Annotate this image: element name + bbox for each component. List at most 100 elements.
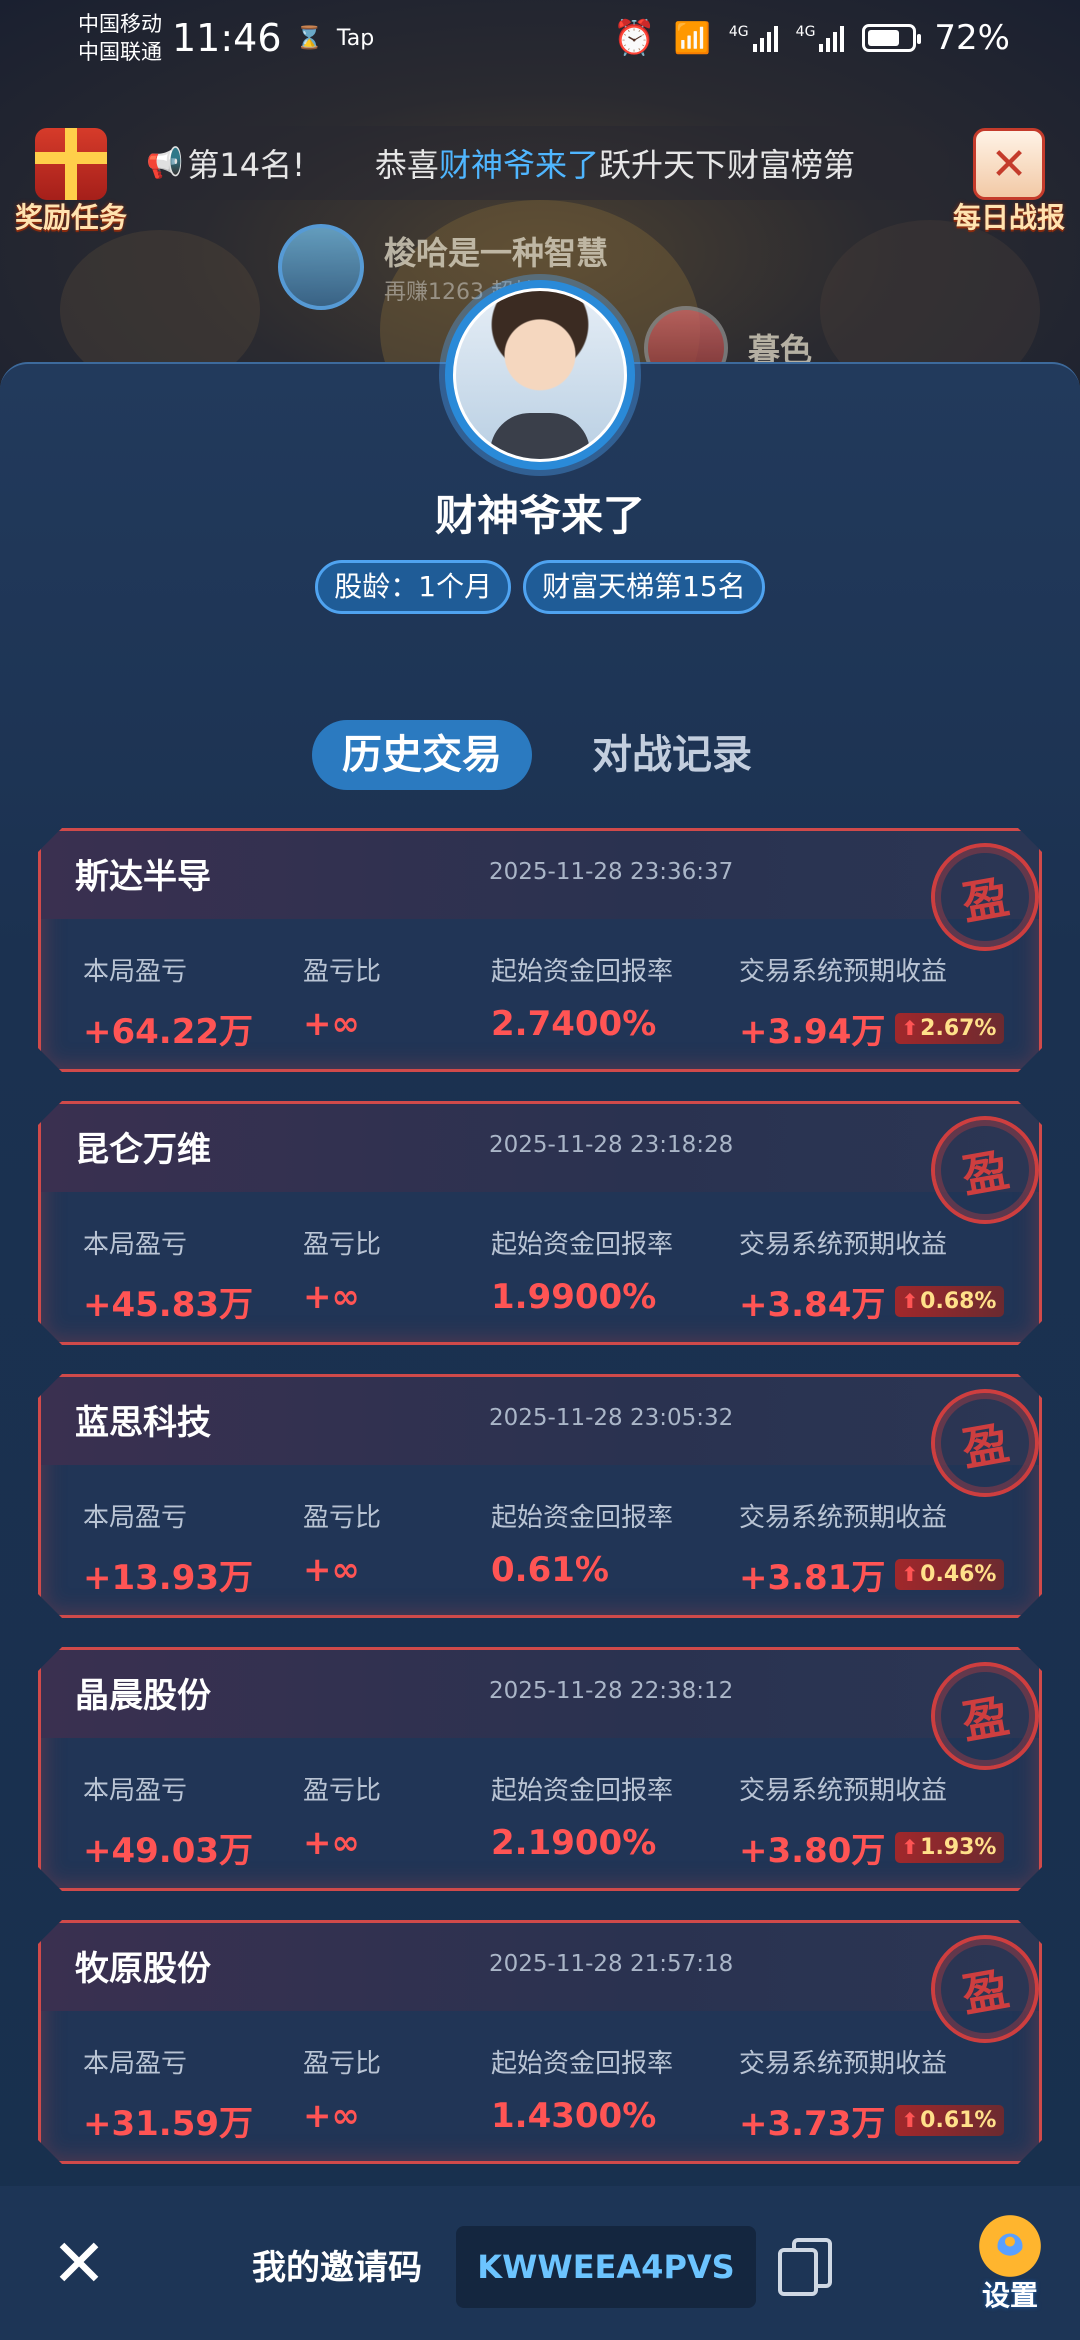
expected-value: +3.73万 (739, 2104, 886, 2144)
wifi-icon: 📶 (673, 20, 711, 56)
metric-value: +31.59万 (83, 2104, 254, 2144)
metric-value: +3.80万 ⬆1.93% (739, 1823, 1005, 1872)
metric-return: 起始资金回报率 2.1900% (491, 1770, 673, 1863)
metric-value: +64.22万 (83, 1012, 254, 1052)
metric-label: 本局盈亏 (83, 2049, 188, 2079)
metric-value: +∞ (303, 1004, 360, 1044)
profile-name: 财神爷来了 (434, 491, 645, 540)
percent-value: 0.61% (920, 2108, 997, 2133)
profile-badges: 股龄：1个月 财富天梯第15名 (0, 560, 1080, 614)
trade-card[interactable]: 蓝思科技 2025-11-28 23:05:32 盈 本局盈亏 +13.93万 盈… (38, 1374, 1042, 1618)
metric-label: 盈亏比 (303, 1776, 382, 1806)
arrow-up-icon: ⬆ (901, 1016, 919, 1040)
metric-value: +∞ (303, 1550, 360, 1590)
trade-card[interactable]: 斯达半导 2025-11-28 23:36:37 盈 本局盈亏 +64.22万 盈… (38, 828, 1042, 1072)
trade-card[interactable]: 晶晨股份 2025-11-28 22:38:12 盈 本局盈亏 +49.03万 盈… (38, 1647, 1042, 1891)
status-right: ⏰ 📶 4G 4G 72% (613, 18, 1010, 58)
metric-label: 起始资金回报率 (491, 1776, 674, 1806)
metric-pnl: 本局盈亏 +64.22万 (83, 951, 253, 1053)
marquee-prefix: 第14名! (187, 146, 305, 184)
metric-value: +3.84万 ⬆0.68% (739, 1277, 1005, 1326)
percent-badge: ⬆1.93% (895, 1832, 1005, 1863)
percent-badge: ⬆0.61% (895, 2105, 1005, 2136)
copy-icon[interactable] (778, 2238, 834, 2296)
profile-avatar (445, 280, 635, 470)
arrow-up-icon: ⬆ (901, 1835, 919, 1859)
carrier-2: 中国联通 (78, 40, 162, 64)
wealth-rank-badge: 财富天梯第15名 (523, 560, 765, 614)
metric-label: 盈亏比 (303, 1503, 382, 1533)
metric-pnl: 本局盈亏 +49.03万 (83, 1770, 253, 1872)
daily-report-label: 每日战报 (952, 201, 1065, 234)
tab-battle-records[interactable]: 对战记录 (562, 720, 782, 790)
metric-value: 2.7400% (491, 1004, 657, 1044)
metric-value: +13.93万 (83, 1558, 254, 1598)
expected-value: +3.84万 (739, 1285, 886, 1325)
battery-fill (868, 30, 899, 46)
settings-button[interactable]: ⚙ 设置 (962, 2210, 1058, 2314)
bg-user-1-name: 梭哈是一种智慧 (384, 234, 609, 272)
invite-code-value: KWWEEA4PVS (456, 2226, 756, 2308)
metric-label: 交易系统预期收益 (739, 1503, 948, 1533)
arrow-up-icon: ⬆ (901, 2108, 919, 2132)
metric-label: 本局盈亏 (83, 1503, 188, 1533)
percent-badge: ⬆0.68% (895, 1286, 1005, 1317)
metric-ratio: 盈亏比 +∞ (303, 1770, 381, 1863)
trade-card[interactable]: 牧原股份 2025-11-28 21:57:18 盈 本局盈亏 +31.59万 盈… (38, 1920, 1042, 2164)
metric-label: 起始资金回报率 (491, 1230, 674, 1260)
expected-value: +3.80万 (739, 1831, 886, 1871)
metric-value: 1.9900% (491, 1277, 657, 1317)
metric-pnl: 本局盈亏 +31.59万 (83, 2043, 253, 2145)
stock-name: 蓝思科技 (75, 1403, 211, 1443)
metric-value: +∞ (303, 1823, 360, 1863)
network-type-1: 4G (728, 24, 749, 40)
signal-bars-1-icon (752, 24, 778, 52)
settings-label: 设置 (981, 2279, 1038, 2312)
metric-label: 本局盈亏 (83, 1776, 188, 1806)
metric-label: 本局盈亏 (83, 1230, 188, 1260)
carrier-names: 中国移动 中国联通 (78, 10, 162, 66)
speaker-icon: 📢 (146, 145, 184, 181)
battery-percent: 72% (934, 18, 1010, 58)
marquee-name: 财神爷来了 (438, 146, 599, 184)
percent-value: 0.46% (920, 1562, 997, 1587)
metric-value: +∞ (303, 2096, 360, 2136)
stock-name: 昆仑万维 (75, 1130, 211, 1170)
metric-pnl: 本局盈亏 +45.83万 (83, 1224, 253, 1326)
metric-label: 盈亏比 (303, 957, 382, 987)
metric-expected: 交易系统预期收益 +3.81万 ⬆0.46% (739, 1497, 1005, 1599)
metric-pnl: 本局盈亏 +13.93万 (83, 1497, 253, 1599)
metric-value: +3.81万 ⬆0.46% (739, 1550, 1005, 1599)
metric-value: +49.03万 (83, 1831, 254, 1871)
percent-badge: ⬆2.67% (895, 1013, 1005, 1044)
carrier-1: 中国移动 (78, 12, 162, 36)
metric-expected: 交易系统预期收益 +3.84万 ⬆0.68% (739, 1224, 1005, 1326)
reward-tasks-button[interactable]: 奖励任务 (6, 128, 136, 236)
metric-return: 起始资金回报率 1.9900% (491, 1224, 673, 1317)
stock-name: 晶晨股份 (75, 1676, 211, 1716)
daily-report-button[interactable]: 每日战报 (944, 128, 1074, 236)
metric-ratio: 盈亏比 +∞ (303, 951, 381, 1044)
metric-label: 交易系统预期收益 (739, 2049, 948, 2079)
close-icon[interactable]: ✕ (46, 2231, 112, 2300)
metric-value: 2.1900% (491, 1823, 657, 1863)
stock-age-badge: 股龄：1个月 (315, 560, 512, 614)
metric-expected: 交易系统预期收益 +3.73万 ⬆0.61% (739, 2043, 1005, 2145)
stock-name: 斯达半导 (75, 857, 211, 897)
signal-2: 4G (796, 24, 845, 52)
status-time: 11:46 (172, 16, 282, 60)
marquee-lead: 恭喜 (374, 146, 439, 184)
status-bar: 中国移动 中国联通 11:46 ⌛ Tap ⏰ 📶 4G 4G 72% (0, 0, 1080, 76)
trade-time: 2025-11-28 23:05:32 (489, 1405, 734, 1431)
tab-history-trades[interactable]: 历史交易 (312, 720, 532, 790)
metric-label: 盈亏比 (303, 1230, 382, 1260)
marquee-rest: 跃升天下财富榜第 (598, 146, 855, 184)
alarm-icon: ⏰ (613, 18, 656, 58)
trade-card[interactable]: 昆仑万维 2025-11-28 23:18:28 盈 本局盈亏 +45.83万 盈… (38, 1101, 1042, 1345)
gift-icon (35, 128, 107, 200)
bottom-bar: ✕ 我的邀请码 KWWEEA4PVS ⚙ 设置 (0, 2186, 1080, 2340)
signal-bars-2-icon (819, 24, 845, 52)
metric-expected: 交易系统预期收益 +3.80万 ⬆1.93% (739, 1770, 1005, 1872)
metric-return: 起始资金回报率 1.4300% (491, 2043, 673, 2136)
percent-value: 0.68% (920, 1289, 997, 1314)
